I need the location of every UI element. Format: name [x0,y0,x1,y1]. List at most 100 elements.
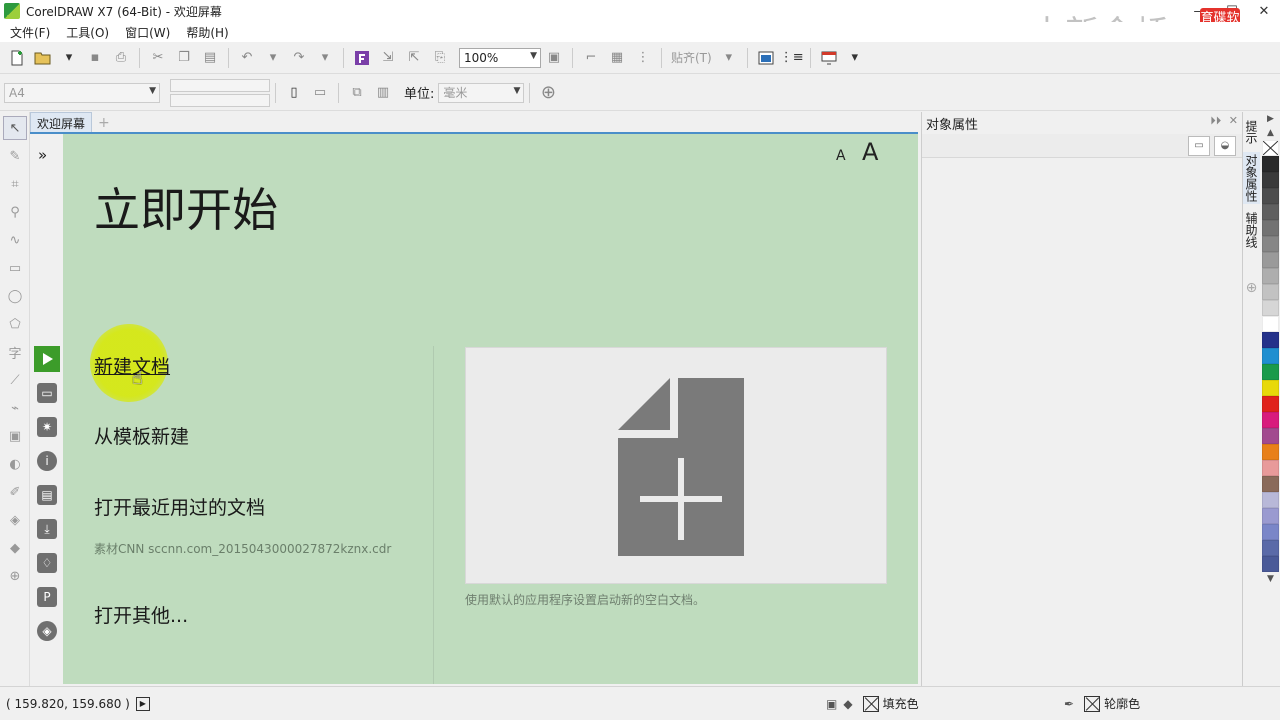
add-icon[interactable]: ⊕ [537,82,559,104]
import-icon[interactable]: ⇲ [377,47,399,69]
menu-window[interactable]: 窗口(W) [117,24,178,41]
color-eyedropper-icon[interactable]: ✐ [3,480,27,504]
color-swatch[interactable] [1262,284,1279,300]
page-width-field[interactable] [170,78,270,92]
new-document-icon[interactable] [6,47,28,69]
redo-icon[interactable]: ↷ [288,47,310,69]
palette-scroll-up-icon[interactable]: ▲ [1261,126,1280,140]
application-launcher-icon[interactable]: ⋮≡ [780,47,804,69]
open-other-link[interactable]: 打开其他... [94,601,188,628]
docker-close-icon[interactable]: ✕ [1229,114,1238,127]
add-tab-icon[interactable]: + [98,114,110,132]
decrease-font-button[interactable]: A [836,148,846,164]
color-swatch[interactable] [1262,524,1279,540]
redo-dropdown-icon[interactable]: ▾ [314,47,336,69]
rectangle-tool-icon[interactable]: ▭ [3,256,27,280]
nav-gallery[interactable]: P [34,584,60,610]
outline-status[interactable]: ✒ 轮廓色 [1064,695,1140,712]
tab-hints[interactable]: 提示 [1243,118,1260,146]
current-page-icon[interactable]: ▥ [372,82,394,104]
page-height-field[interactable] [170,93,270,107]
color-swatch[interactable] [1262,364,1279,380]
nav-discover[interactable]: ◈ [34,618,60,644]
docker-view-icon[interactable]: ▭ [1188,136,1210,156]
export-icon[interactable]: ⇱ [403,47,425,69]
page-size-select[interactable]: A4 ▼ [4,82,160,103]
tab-guidelines[interactable]: 辅助线 [1243,210,1260,250]
show-rulers-icon[interactable]: ⌐ [580,47,602,69]
menu-tools[interactable]: 工具(O) [58,24,117,41]
color-swatch[interactable] [1262,380,1279,396]
all-pages-icon[interactable]: ⧉ [346,82,368,104]
print-icon[interactable]: ⎙ [110,47,132,69]
color-swatch[interactable] [1262,188,1279,204]
close-button[interactable]: ✕ [1248,0,1280,22]
palette-scroll-up-icon[interactable]: ▶ [1261,112,1280,126]
crop-tool-icon[interactable]: ⌗ [3,172,27,196]
freehand-tool-icon[interactable]: ∿ [3,228,27,252]
color-swatch[interactable] [1262,396,1279,412]
transparency-tool-icon[interactable]: ◐ [3,452,27,476]
color-swatch[interactable] [1262,236,1279,252]
color-swatch[interactable] [1262,460,1279,476]
color-swatch[interactable] [1262,316,1279,332]
shape-tool-icon[interactable]: ✎ [3,144,27,168]
palette-scroll-down-icon[interactable]: ▼ [1261,572,1280,586]
zoom-level-select[interactable]: 100% ▼ [459,47,541,68]
docker-fill-icon[interactable]: ◒ [1214,136,1236,156]
menu-file[interactable]: 文件(F) [2,24,58,41]
color-swatch[interactable] [1262,332,1279,348]
show-guidelines-icon[interactable]: ⋮ [632,47,654,69]
new-document-preview[interactable] [465,347,887,584]
nav-workspace[interactable]: ▭ [34,380,60,406]
color-swatch[interactable] [1262,252,1279,268]
color-swatch[interactable] [1262,300,1279,316]
open-folder-icon[interactable] [32,47,54,69]
new-from-template-link[interactable]: 从模板新建 [94,422,189,449]
undo-dropdown-icon[interactable]: ▾ [262,47,284,69]
nav-whats-new[interactable]: ✷ [34,414,60,440]
color-swatch[interactable] [1262,412,1279,428]
options-icon[interactable] [755,47,777,69]
show-grid-icon[interactable]: ▦ [606,47,628,69]
open-recent-link[interactable]: 打开最近用过的文档 [94,493,265,520]
search-content-icon[interactable] [351,47,373,69]
add-docker-icon[interactable]: ⊕ [1243,280,1260,296]
full-screen-icon[interactable]: ▣ [543,47,565,69]
parallel-dimension-icon[interactable]: ⟋ [3,368,27,392]
fill-status[interactable]: ▣ ◆ 填充色 [826,695,919,712]
tab-welcome-screen[interactable]: 欢迎屏幕 [30,112,93,132]
increase-font-button[interactable]: A [862,138,878,166]
portrait-icon[interactable]: ▯ [283,82,305,104]
publish-pdf-icon[interactable]: ⎘ [429,47,451,69]
polygon-tool-icon[interactable]: ⬠ [3,312,27,336]
nav-updates[interactable]: ⤓ [34,516,60,542]
color-swatch[interactable] [1262,268,1279,284]
recent-file-link[interactable]: 素材CNN sccnn.com_20150430000278​72kznx.cd… [94,540,391,557]
nav-get-started[interactable] [34,346,60,372]
snap-to-menu[interactable]: 贴齐(T) [671,49,712,66]
nav-info[interactable]: i [34,448,60,474]
expand-nav-icon[interactable]: » [38,146,47,164]
color-swatch[interactable] [1262,508,1279,524]
connector-tool-icon[interactable]: ⌁ [3,396,27,420]
cut-icon[interactable]: ✂ [147,47,169,69]
color-swatch[interactable] [1262,428,1279,444]
color-swatch[interactable] [1262,540,1279,556]
snap-dropdown-icon[interactable]: ▾ [718,47,740,69]
smart-fill-icon[interactable]: ◆ [3,536,27,560]
menu-help[interactable]: 帮助(H) [178,24,236,41]
play-icon[interactable]: ▶ [135,696,150,711]
color-swatch[interactable] [1262,204,1279,220]
color-swatch[interactable] [1262,492,1279,508]
color-swatch[interactable] [1262,156,1279,172]
pick-tool-icon[interactable]: ↖ [3,116,27,140]
units-select[interactable]: 毫米 ▼ [438,82,525,103]
docker-collapse-icon[interactable]: ⏵⏵ [1210,114,1221,127]
interactive-fill-icon[interactable]: ◈ [3,508,27,532]
nav-inspiration[interactable]: ♢ [34,550,60,576]
landscape-icon[interactable]: ▭ [309,82,331,104]
color-swatch[interactable] [1262,172,1279,188]
undo-icon[interactable]: ↶ [236,47,258,69]
save-icon[interactable]: ▪ [84,47,106,69]
